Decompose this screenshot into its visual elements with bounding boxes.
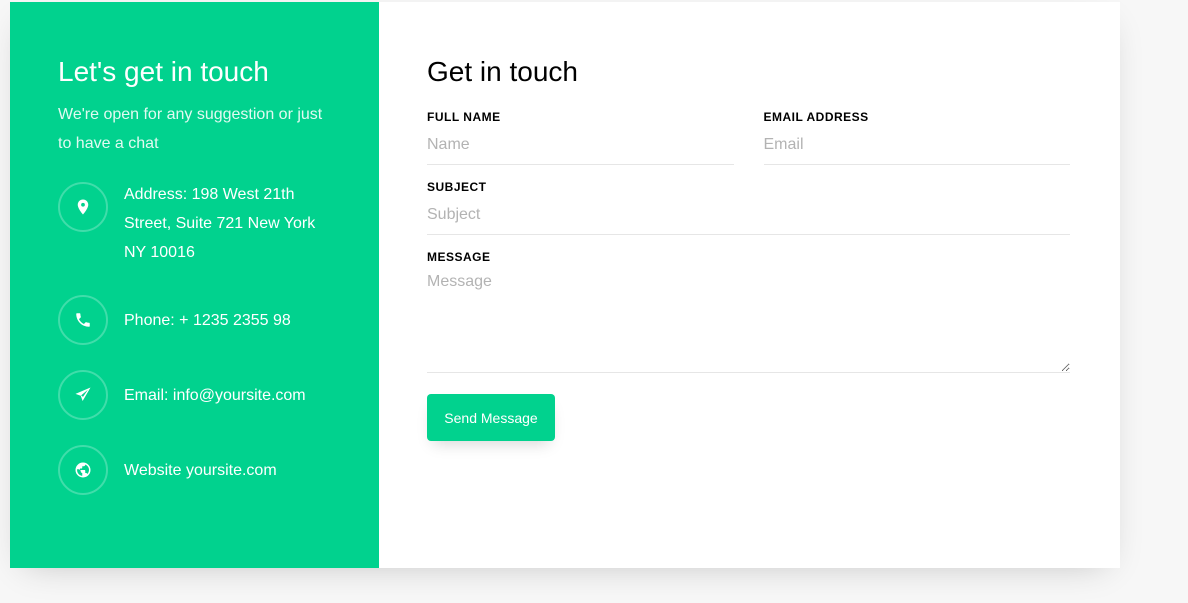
globe-icon	[58, 445, 108, 495]
website-item: Website yoursite.com	[58, 445, 331, 495]
contact-card: Let's get in touch We're open for any su…	[10, 2, 1120, 568]
send-message-button[interactable]: Send Message	[427, 394, 555, 441]
message-textarea[interactable]	[427, 265, 1070, 373]
contact-info-panel: Let's get in touch We're open for any su…	[10, 2, 379, 568]
subject-field: SUBJECT	[427, 179, 1070, 235]
subject-input[interactable]	[427, 195, 1070, 235]
contact-form-panel: Get in touch FULL NAME EMAIL ADDRESS SUB…	[379, 2, 1120, 568]
address-text: Address: 198 West 21th Street, Suite 721…	[124, 186, 316, 261]
name-email-row: FULL NAME EMAIL ADDRESS	[427, 109, 1070, 179]
contact-form: FULL NAME EMAIL ADDRESS SUBJECT MESSAGE …	[427, 109, 1070, 441]
message-label: MESSAGE	[427, 250, 491, 264]
website-text: Website yoursite.com	[124, 461, 277, 479]
phone-icon	[58, 295, 108, 345]
form-title: Get in touch	[427, 56, 578, 87]
message-field: MESSAGE	[427, 249, 1070, 378]
email-label: EMAIL ADDRESS	[763, 110, 869, 124]
email-input[interactable]	[763, 125, 1070, 165]
paper-plane-icon	[58, 370, 108, 420]
email-field: EMAIL ADDRESS	[763, 109, 1070, 165]
fullname-input[interactable]	[427, 125, 734, 165]
fullname-field: FULL NAME	[427, 109, 734, 165]
info-title: Let's get in touch	[58, 56, 269, 87]
address-item: Address: 198 West 21th Street, Suite 721…	[58, 182, 331, 267]
email-item: Email: info@yoursite.com	[58, 370, 331, 420]
phone-text: Phone: + 1235 2355 98	[124, 311, 291, 329]
phone-item: Phone: + 1235 2355 98	[58, 295, 331, 345]
info-lead: We're open for any suggestion or just to…	[58, 106, 323, 152]
map-marker-icon	[58, 182, 108, 232]
fullname-label: FULL NAME	[427, 110, 501, 124]
email-text: Email: info@yoursite.com	[124, 386, 306, 404]
subject-label: SUBJECT	[427, 180, 487, 194]
